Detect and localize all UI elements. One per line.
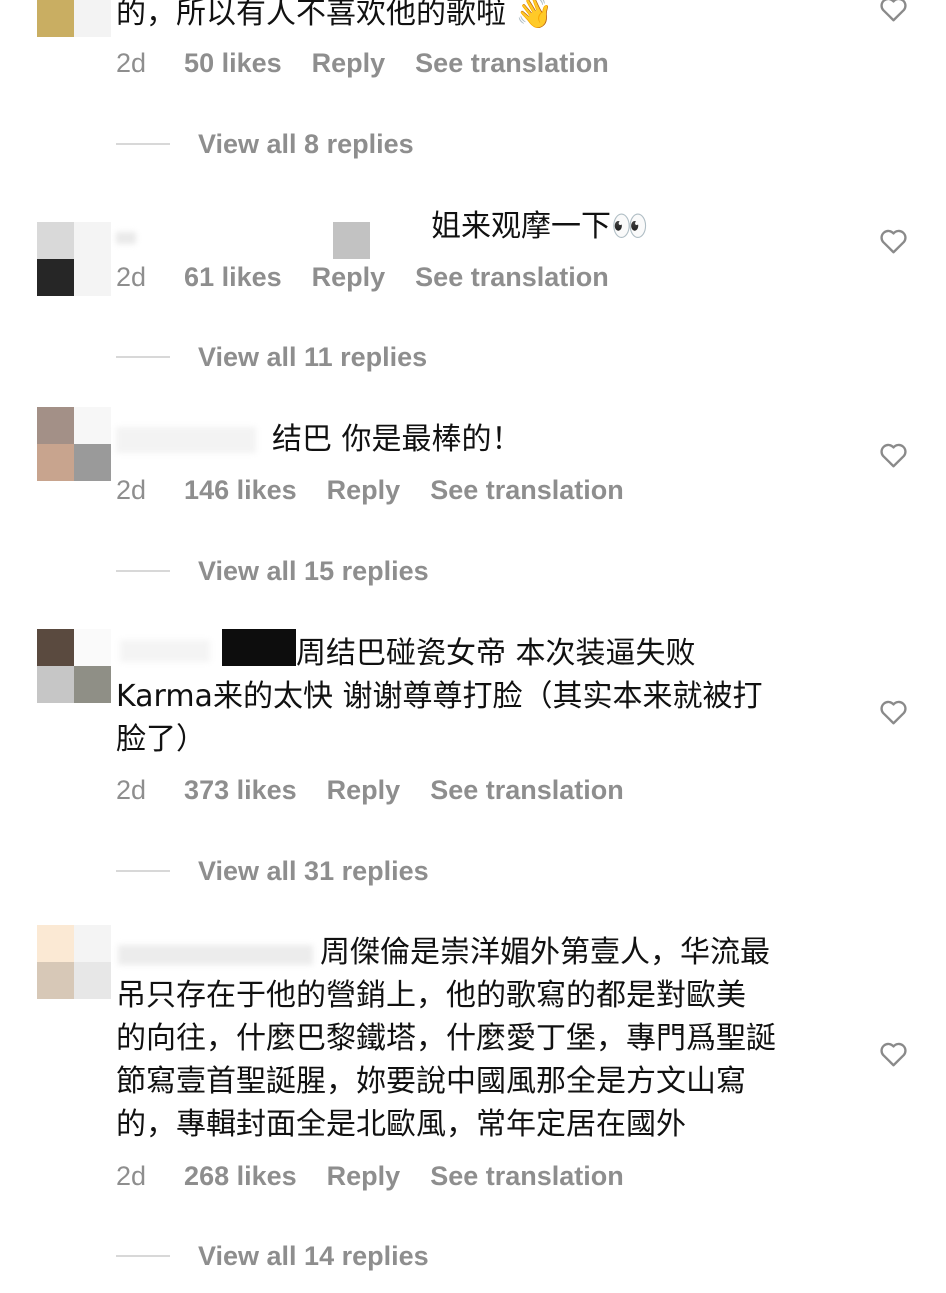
likes-count[interactable]: 373 likes [184, 775, 297, 806]
comment-meta: 2d 146 likes Reply See translation [116, 470, 654, 510]
see-translation-link[interactable]: See translation [430, 475, 624, 506]
heart-outline-icon[interactable] [879, 1041, 908, 1067]
comment-age: 2d [116, 261, 147, 292]
replies-divider [116, 143, 170, 145]
likes-count[interactable]: 61 likes [184, 262, 282, 293]
avatar[interactable] [37, 925, 111, 999]
heart-outline-icon[interactable] [879, 442, 908, 468]
comment-text: 周结巴碰瓷女帝 本次装逼失败 Karma来的太快 谢谢尊尊打脸（其实本来就被打 … [116, 636, 763, 757]
see-translation-link[interactable]: See translation [415, 48, 609, 79]
likes-count[interactable]: 146 likes [184, 475, 297, 506]
likes-count[interactable]: 268 likes [184, 1161, 297, 1192]
heart-outline-icon[interactable] [879, 0, 908, 22]
avatar[interactable] [37, 0, 111, 37]
view-replies-label: View all 11 replies [198, 341, 428, 372]
redacted-username [116, 427, 256, 453]
see-translation-link[interactable]: See translation [415, 262, 609, 293]
likes-count[interactable]: 50 likes [184, 48, 282, 79]
view-replies-label: View all 31 replies [198, 855, 429, 886]
reply-button[interactable]: Reply [312, 48, 386, 79]
redacted-username [116, 232, 136, 244]
see-translation-link[interactable]: See translation [430, 775, 624, 806]
view-replies-label: View all 15 replies [198, 555, 429, 586]
reply-button[interactable]: Reply [327, 1161, 401, 1192]
avatar[interactable] [37, 222, 111, 296]
view-replies-link[interactable]: View all 11 replies [116, 337, 427, 377]
comment-meta: 2d 268 likes Reply See translation [116, 1156, 654, 1196]
comment-age: 2d [116, 774, 147, 805]
comment-age: 2d [116, 474, 147, 505]
comment-meta: 2d 61 likes Reply See translation [116, 257, 639, 297]
see-translation-link[interactable]: See translation [430, 1161, 624, 1192]
comment-age: 2d [116, 47, 147, 78]
replies-divider [116, 1255, 170, 1257]
view-replies-label: View all 8 replies [198, 128, 414, 159]
reply-button[interactable]: Reply [312, 262, 386, 293]
replies-divider [116, 356, 170, 358]
comment-age: 2d [116, 1160, 147, 1191]
view-replies-link[interactable]: View all 14 replies [116, 1236, 429, 1276]
reply-button[interactable]: Reply [327, 775, 401, 806]
comment-text: 结巴 你是最棒的！ [272, 422, 522, 457]
comment-meta: 2d 50 likes Reply See translation [116, 43, 639, 83]
view-replies-link[interactable]: View all 15 replies [116, 551, 429, 591]
avatar[interactable] [37, 407, 111, 481]
reply-button[interactable]: Reply [327, 475, 401, 506]
view-replies-link[interactable]: View all 8 replies [116, 124, 414, 164]
comment-text: 姐来观摩一下👀 [431, 209, 649, 244]
heart-outline-icon[interactable] [879, 699, 908, 725]
replies-divider [116, 570, 170, 572]
comment-text: 的，所以有人不喜欢他的歌啦 👋 [116, 0, 553, 31]
redacted-username [333, 222, 370, 259]
replies-divider [116, 870, 170, 872]
heart-outline-icon[interactable] [879, 228, 908, 254]
view-replies-link[interactable]: View all 31 replies [116, 851, 429, 891]
avatar[interactable] [37, 629, 111, 703]
view-replies-label: View all 14 replies [198, 1240, 429, 1271]
comment-text: 周傑倫是崇洋媚外第壹人，华流最 吊只存在于他的營銷上，他的歌寫的都是對歐美 的向… [116, 935, 776, 1142]
comment-meta: 2d 373 likes Reply See translation [116, 770, 654, 810]
